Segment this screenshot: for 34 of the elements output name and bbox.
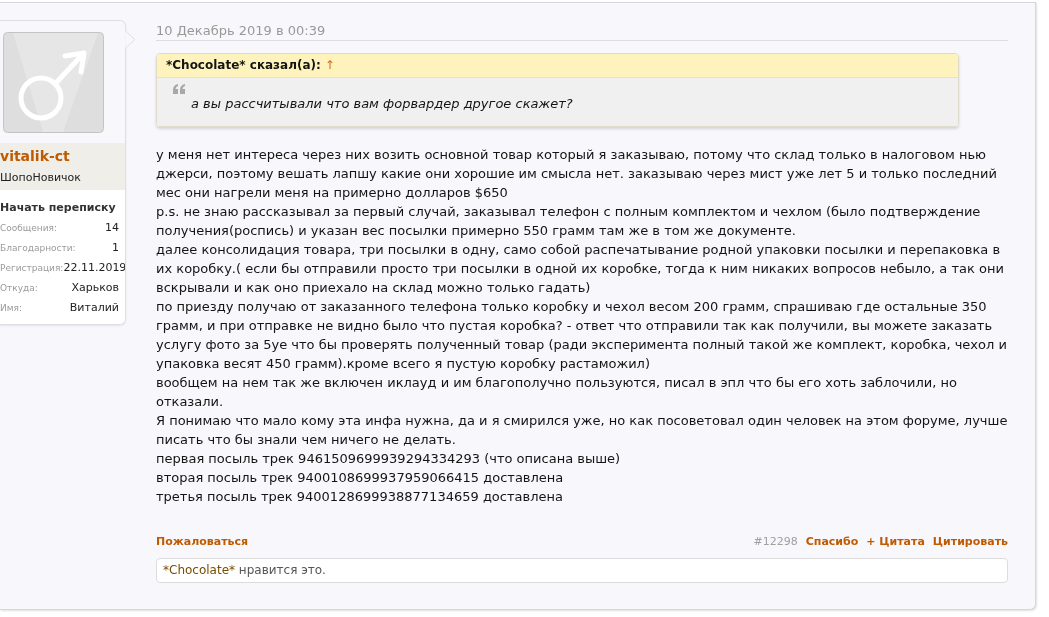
- stat-value: 1: [112, 240, 119, 256]
- quote-text: а вы рассчитывали что вам форвардер другое скажет?: [191, 96, 573, 111]
- message-paragraph: далее консолидация товара, три посылки в одну, само собой распечатывание родной упаковки посылки и перепаковка в их коробку.( если бы отправили просто три посылки в одной их коробке, тогда к ним никаких вопросов небыло, а так они вскрывали и как оно приехало на склад можно только гадать): [156, 240, 1005, 297]
- message-paragraph: вообщем на нем так же включен иклауд и им благополучно пользуются, писал в эпл что бы его хоть заблочили, но отказали.: [156, 373, 958, 411]
- stat-label: Сообщения:: [0, 222, 58, 235]
- report-link[interactable]: Пожаловаться: [156, 534, 249, 549]
- post-number: #12298: [753, 534, 798, 549]
- likes-text: *Chocolate* нравится это.: [163, 562, 326, 577]
- male-sign-avatar-icon: [3, 32, 104, 133]
- message-paragraph: первая посыль трек 9461509699939294334293 (что описана выше): [156, 449, 622, 468]
- message-paragraph: третья посыль трек 9400128699938877134659 доставлена: [156, 487, 564, 506]
- post-date: 10 Декабрь 2019 в 00:39: [156, 23, 326, 38]
- quote-attribution: *Chocolate* сказал(а):: [166, 58, 321, 72]
- quote-mark-icon: [173, 84, 185, 94]
- user-title: ШопоНовичок: [0, 169, 81, 186]
- start-conversation-link[interactable]: Начать переписку: [0, 200, 116, 216]
- post-action-link[interactable]: Спасибо: [805, 534, 859, 549]
- stat-label: Регистрация:: [0, 262, 64, 275]
- message-paragraph: Я понимаю что мало кому эта инфа нужна, да и я смирился уже, но как посоветовал один человек на этом форуме, лучше писать что бы знали чем ничего не делать.: [156, 411, 1008, 449]
- stat-value: Виталий: [69, 300, 119, 316]
- liker-link[interactable]: *Chocolate*: [163, 562, 236, 577]
- stat-label: Имя:: [0, 302, 22, 315]
- stat-label: Благодарности:: [0, 242, 76, 255]
- stat-value: 14: [105, 220, 119, 236]
- message-paragraph: вторая посыль трек 9400108699937959066415 доставлена: [156, 468, 565, 487]
- stat-label: Откуда:: [0, 282, 38, 295]
- stat-value: 22.11.2019: [63, 260, 125, 276]
- post-action-link[interactable]: Цитировать: [932, 534, 1008, 549]
- stat-value: Харьков: [71, 280, 119, 296]
- username-link[interactable]: vitalik-ct: [0, 147, 70, 166]
- jump-to-quote-link[interactable]: ↑: [324, 58, 335, 72]
- post-action-link[interactable]: + Цитата: [866, 534, 925, 549]
- message-paragraph: p.s. не знаю рассказывал за первый случай, заказывал телефон с полным комплектом и чехлом (было подтверждение получения(роспись) и указан вес посылки примерно 550 грамм там же в том же документе.: [156, 202, 982, 240]
- message-paragraph: по приезду получаю от заказанного телефона только коробку и чехол весом 200 грамм, спрашиваю где остальные 350 грамм, и при отправке не видно было что пустая коробка? - ответ что отправили так как получили, вы можете заказать услугу фото за 5уе что бы проверять полученный товар (ради эксперимента полный такой же комплект, коробка, чехол и упаковка весят 450 грамм).кроме всего я пустую коробку растаможил): [156, 297, 1008, 373]
